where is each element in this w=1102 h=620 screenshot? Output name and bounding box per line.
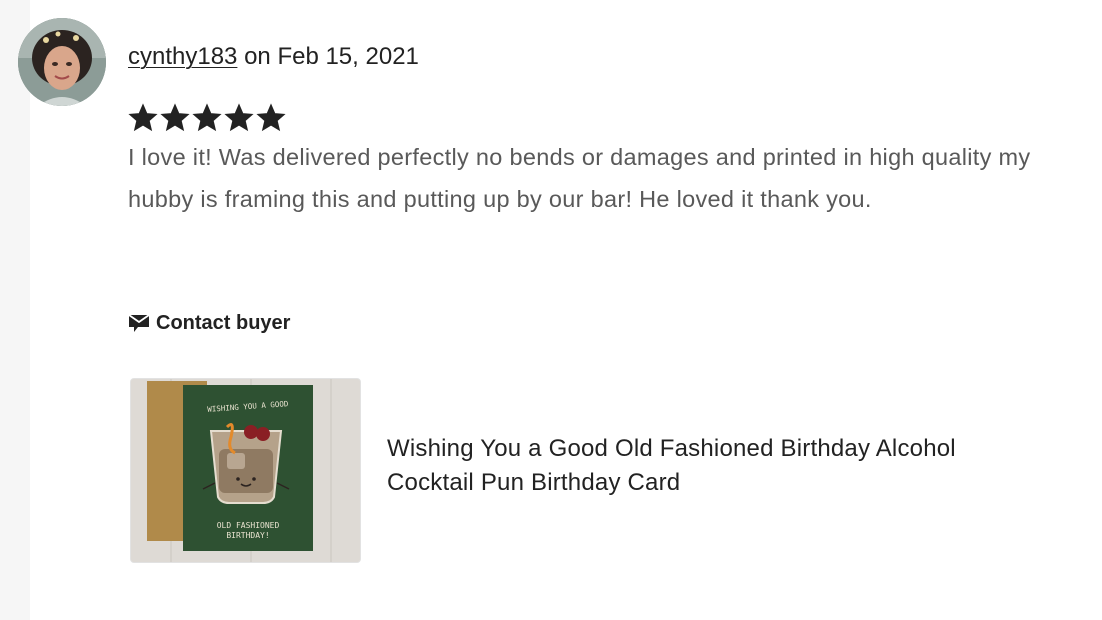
date-prefix: on [237, 43, 278, 70]
avatar[interactable] [18, 18, 106, 106]
product-thumbnail[interactable]: WISHING YOU A GOOD OLD FASHIONED BIRTHDA… [130, 378, 361, 563]
star-rating [127, 101, 287, 135]
contact-buyer-button[interactable]: Contact buyer [128, 308, 290, 338]
star-icon [256, 103, 286, 132]
review-page: cynthy183 on Feb 15, 2021 I love it! Was… [0, 0, 1102, 620]
card-bottom-line-1: OLD FASHIONED [217, 521, 280, 530]
star-icon [192, 103, 222, 132]
avatar-photo [18, 18, 106, 106]
reviewer-username-link[interactable]: cynthy183 [128, 43, 237, 70]
contact-buyer-label: Contact buyer [156, 311, 291, 334]
star-icon [128, 103, 158, 132]
review-text: I love it! Was delivered perfectly no be… [128, 144, 1031, 212]
review-date: Feb 15, 2021 [277, 43, 419, 70]
card-bottom-line-2: BIRTHDAY! [226, 531, 269, 540]
review-header: cynthy183 on Feb 15, 2021 [128, 42, 419, 72]
product-title-link[interactable]: Wishing You a Good Old Fashioned Birthda… [387, 432, 1047, 500]
star-icon [224, 103, 254, 132]
star-icon [160, 103, 190, 132]
message-icon [128, 314, 150, 332]
review-item: cynthy183 on Feb 15, 2021 I love it! Was… [0, 0, 1102, 620]
product-image: WISHING YOU A GOOD OLD FASHIONED BIRTHDA… [131, 379, 360, 562]
